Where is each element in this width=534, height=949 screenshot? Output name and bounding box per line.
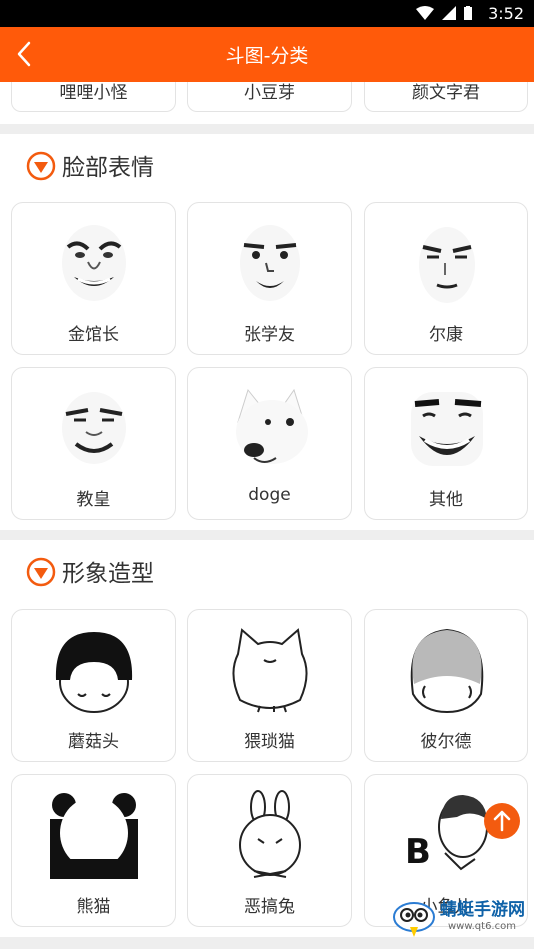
category-card[interactable]: 尔康 (364, 202, 528, 355)
category-card[interactable]: 金馆长 (11, 202, 176, 355)
category-card[interactable]: 颜文字君 (364, 82, 528, 112)
wifi-icon (416, 6, 434, 20)
battery-icon (464, 6, 472, 20)
panda-icon (50, 793, 138, 879)
watermark: 蜻蜓手游网 www.qt6.com (388, 885, 534, 949)
category-card[interactable]: 猥琐猫 (187, 609, 352, 762)
category-card[interactable]: 小豆芽 (187, 82, 352, 112)
top-category-row: 哩哩小怪 小豆芽 颜文字君 (0, 82, 534, 114)
category-card[interactable]: 哩哩小怪 (11, 82, 176, 112)
category-label: 教皇 (76, 490, 111, 510)
section-divider (0, 530, 534, 540)
category-label: 蘑菇头 (68, 732, 119, 752)
status-time: 3:52 (488, 4, 524, 23)
face-icon (62, 225, 126, 301)
category-card[interactable]: 教皇 (11, 367, 176, 520)
category-card[interactable]: 熊猫 (11, 774, 176, 927)
mushroom-head-icon (55, 632, 133, 713)
section-header: 形象造型 (0, 540, 534, 600)
watermark-name: 蜻蜓手游网 (440, 900, 525, 920)
category-card[interactable]: 蘑菇头 (11, 609, 176, 762)
face-icon (240, 225, 300, 301)
down-triangle-icon (26, 151, 56, 181)
svg-text:B: B (405, 832, 431, 872)
category-card[interactable]: 彼尔德 (364, 609, 528, 762)
little-fish-icon: B (405, 795, 488, 872)
category-label: 哩哩小怪 (59, 83, 128, 103)
bill-icon (410, 628, 484, 714)
app-bar: 斗图-分类 (0, 27, 534, 82)
status-icons (416, 6, 472, 20)
category-card[interactable]: 恶搞兔 (187, 774, 352, 927)
section-title: 脸部表情 (62, 155, 154, 181)
arrow-up-icon (493, 810, 511, 832)
status-bar: 3:52 (0, 0, 534, 27)
dragonfly-logo-icon (393, 902, 435, 937)
category-label: 小豆芽 (244, 83, 295, 103)
category-card[interactable]: 其他 (364, 367, 528, 520)
category-card[interactable]: 张学友 (187, 202, 352, 355)
category-scroll[interactable]: 哩哩小怪 小豆芽 颜文字君 脸部表情 金馆长 张学友 尔康 教皇 doge 其他… (0, 82, 534, 949)
section-header: 脸部表情 (0, 134, 534, 194)
face-icon (411, 392, 483, 466)
category-label: 熊猫 (76, 897, 111, 917)
category-label: 金馆长 (68, 325, 119, 345)
category-label: 彼尔德 (420, 732, 472, 752)
section-divider (0, 124, 534, 134)
category-label: 其他 (429, 490, 463, 510)
category-label: 张学友 (244, 325, 295, 345)
watermark-url: www.qt6.com (448, 921, 516, 932)
signal-icon (442, 6, 456, 20)
face-icon (62, 392, 126, 464)
category-card[interactable]: doge (187, 367, 352, 520)
face-icon (419, 227, 475, 303)
category-label: 颜文字君 (412, 83, 480, 103)
rabbit-icon (239, 790, 301, 878)
scroll-to-top-button[interactable] (484, 803, 520, 839)
category-label: doge (248, 485, 291, 505)
down-triangle-icon (26, 557, 56, 587)
category-label: 尔康 (429, 325, 463, 345)
category-label: 猥琐猫 (244, 732, 295, 752)
cat-icon (232, 628, 308, 713)
page-title: 斗图-分类 (225, 45, 309, 67)
doge-icon (236, 388, 308, 464)
category-label: 恶搞兔 (244, 897, 295, 917)
section-title: 形象造型 (62, 561, 154, 587)
